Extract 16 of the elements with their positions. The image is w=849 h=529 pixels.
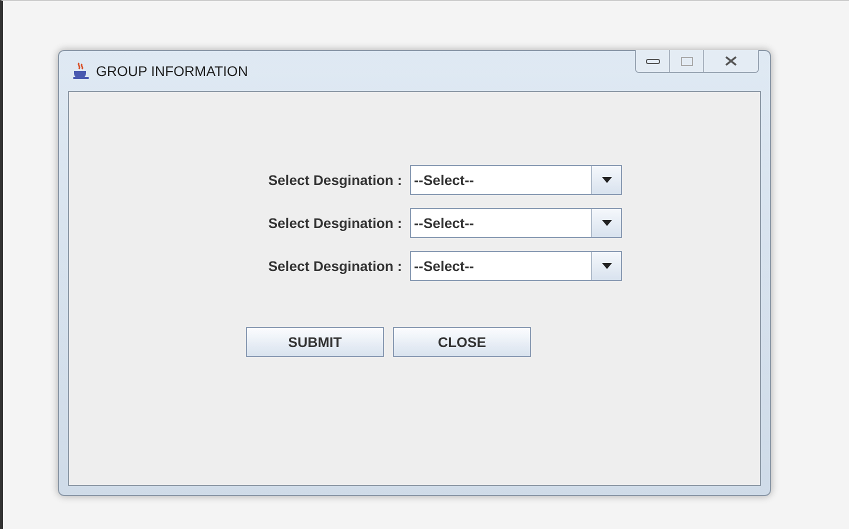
field-label: Select Desgination : <box>267 170 403 190</box>
coffee-cup-icon <box>72 62 90 80</box>
action-button[interactable]: CLOSE <box>393 327 531 357</box>
designation-dropdown[interactable]: --Select-- <box>410 165 622 195</box>
dropdown-arrow-icon <box>602 263 612 269</box>
designation-dropdown[interactable]: --Select-- <box>410 251 622 281</box>
field-label: Select Desgination : <box>267 256 403 276</box>
field-label: Select Desgination : <box>267 214 403 233</box>
close-icon <box>725 56 737 66</box>
action-button[interactable]: SUBMIT <box>246 327 384 357</box>
minimize-button[interactable] <box>636 50 670 72</box>
close-button[interactable] <box>704 50 758 72</box>
designation-dropdown[interactable]: --Select-- <box>410 208 622 238</box>
window-title: GROUP INFORMATION <box>96 62 248 80</box>
dropdown-arrow-icon <box>602 220 612 226</box>
dropdown-arrow-icon <box>602 177 612 183</box>
